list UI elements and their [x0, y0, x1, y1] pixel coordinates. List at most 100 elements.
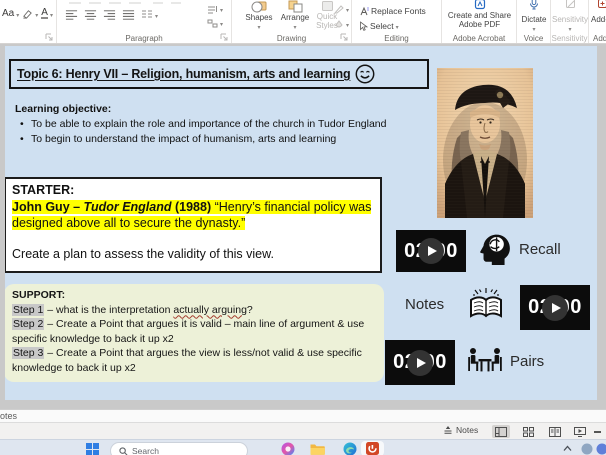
- dictate-button[interactable]: Dictate: [517, 15, 551, 33]
- ribbon-group-addins: Add-ins Add-ins: [589, 0, 606, 43]
- chevron-down-icon: [35, 9, 38, 19]
- create-share-pdf-button[interactable]: Create and Share Adobe PDF: [442, 11, 517, 29]
- play-icon: [416, 357, 426, 368]
- step-1-text: – what is the interpretation: [44, 303, 174, 316]
- sensitivity-label: Sensitivity: [551, 15, 588, 24]
- chevron-down-icon: [568, 24, 571, 33]
- objective-heading: Learning objective:: [15, 103, 112, 115]
- sensitivity-group-label: Sensitivity: [551, 34, 588, 43]
- slide-editing-area: Topic 6: Henry VII – Religion, humanism,…: [0, 44, 606, 409]
- reading-view-icon: [549, 426, 561, 437]
- tray-chevron-up-icon[interactable]: [563, 445, 572, 452]
- sensitivity-icon: [566, 0, 575, 8]
- search-placeholder: Search: [132, 446, 159, 455]
- windows-start-button[interactable]: [86, 443, 99, 455]
- learning-objective-block[interactable]: Learning objective: To be able to explai…: [15, 102, 397, 147]
- normal-view-button[interactable]: [492, 425, 510, 438]
- font-color-button[interactable]: A: [41, 8, 53, 19]
- arrange-button[interactable]: Arrange: [278, 0, 312, 31]
- arrange-label: Arrange: [280, 13, 310, 22]
- pairs-timer-video[interactable]: 02:00: [385, 340, 455, 385]
- align-right-icon[interactable]: [103, 9, 116, 21]
- align-left-icon[interactable]: [65, 9, 78, 21]
- step-3-label: Step 3: [12, 347, 45, 359]
- shape-fill-button[interactable]: [334, 19, 349, 29]
- shapes-button[interactable]: Shapes: [242, 0, 276, 31]
- shape-fill-icon: [335, 19, 343, 27]
- adobe-pdf-icon: [474, 0, 486, 10]
- play-icon: [551, 302, 561, 313]
- starter-box[interactable]: STARTER: John Guy – Tudor England (1988)…: [5, 177, 382, 273]
- step-2-text: – Create a Point that argues it is valid…: [12, 318, 365, 345]
- copilot-app-icon[interactable]: [281, 442, 295, 455]
- chevron-down-icon: [532, 24, 535, 33]
- starter-task: Create a plan to assess the validity of …: [12, 246, 274, 261]
- slideshow-view-button[interactable]: [571, 425, 589, 438]
- slide-sorter-view-button[interactable]: [519, 425, 537, 438]
- play-button[interactable]: [407, 349, 433, 376]
- replace-fonts-button[interactable]: Replace Fonts: [359, 6, 426, 16]
- brain-head-icon: [480, 234, 510, 265]
- zoom-out-button[interactable]: [594, 431, 601, 433]
- shape-outline-button[interactable]: [333, 4, 349, 14]
- play-icon: [427, 246, 437, 256]
- paragraph-dialog-launcher[interactable]: [220, 33, 228, 41]
- arrange-icon: [288, 0, 302, 13]
- text-direction-button[interactable]: [207, 4, 223, 14]
- recall-timer-video[interactable]: 02:00: [396, 230, 466, 272]
- tray-onedrive-icon[interactable]: [581, 443, 593, 455]
- slide-canvas[interactable]: Topic 6: Henry VII – Religion, humanism,…: [5, 46, 597, 400]
- select-button[interactable]: Select: [359, 21, 399, 31]
- shape-outline-icon: [333, 4, 344, 13]
- support-heading: SUPPORT:: [12, 289, 66, 301]
- step-3-text: – Create a Point that argues the view is…: [12, 347, 362, 374]
- chevron-down-icon: [220, 4, 223, 14]
- tray-teams-icon[interactable]: [596, 443, 606, 455]
- pairs-label: Pairs: [510, 353, 545, 370]
- font-dialog-launcher[interactable]: [45, 33, 53, 41]
- ribbon-group-font: Aa A: [0, 0, 57, 43]
- file-explorer-icon[interactable]: [310, 443, 325, 455]
- quote-book: Tudor England: [83, 199, 172, 214]
- support-box[interactable]: SUPPORT: Step 1 – what is the interpreta…: [5, 284, 384, 382]
- henry-vii-portrait-image[interactable]: [437, 68, 533, 218]
- ribbon-group-drawing: Shapes Arrange QuickStyles Drawing: [232, 0, 352, 43]
- play-button[interactable]: [418, 238, 444, 264]
- sensitivity-button[interactable]: Sensitivity: [551, 15, 589, 33]
- microphone-icon: [530, 0, 538, 10]
- powerpoint-taskbar-button[interactable]: [361, 441, 384, 455]
- smartart-icon: [207, 19, 218, 27]
- shapes-icon: [251, 1, 267, 13]
- slide-title-box[interactable]: Topic 6: Henry VII – Religion, humanism,…: [9, 59, 429, 89]
- reading-view-button[interactable]: [546, 425, 564, 438]
- slide-title: Topic 6: Henry VII – Religion, humanism,…: [17, 67, 351, 81]
- align-center-icon[interactable]: [84, 9, 97, 21]
- addins-icon: [598, 0, 606, 8]
- starter-heading: STARTER:: [12, 183, 75, 197]
- chevron-down-icon: [257, 22, 260, 31]
- highlighter-icon: [23, 10, 33, 19]
- notes-timer-video[interactable]: 02:00: [520, 285, 590, 330]
- notes-label: Notes: [405, 296, 445, 313]
- step-1-post: ?: [246, 303, 253, 316]
- support-step-2: Step 2 – Create a Point that argues it i…: [12, 317, 376, 346]
- play-button[interactable]: [542, 294, 568, 321]
- edge-browser-icon[interactable]: [343, 442, 357, 455]
- chevron-down-icon: [346, 19, 349, 29]
- chevron-down-icon: [220, 18, 223, 28]
- notes-pane[interactable]: otes: [0, 409, 606, 422]
- drawing-dialog-launcher[interactable]: [340, 33, 348, 41]
- slide-sorter-icon: [522, 426, 534, 437]
- highlight-color-button[interactable]: [22, 8, 38, 19]
- addins-button[interactable]: Add-ins: [591, 15, 606, 24]
- convert-smartart-button[interactable]: [207, 18, 223, 28]
- chevron-down-icon: [155, 10, 158, 20]
- notes-toggle-button[interactable]: Notes: [443, 425, 478, 435]
- columns-button[interactable]: [141, 9, 158, 21]
- change-case-button[interactable]: Aa: [2, 8, 19, 19]
- status-bar: Notes: [0, 422, 606, 439]
- taskbar-search-box[interactable]: Search: [110, 442, 248, 455]
- open-book-icon: [470, 288, 502, 318]
- objective-bullet-2: To begin to understand the impact of hum…: [15, 132, 397, 147]
- justify-icon[interactable]: [122, 9, 135, 21]
